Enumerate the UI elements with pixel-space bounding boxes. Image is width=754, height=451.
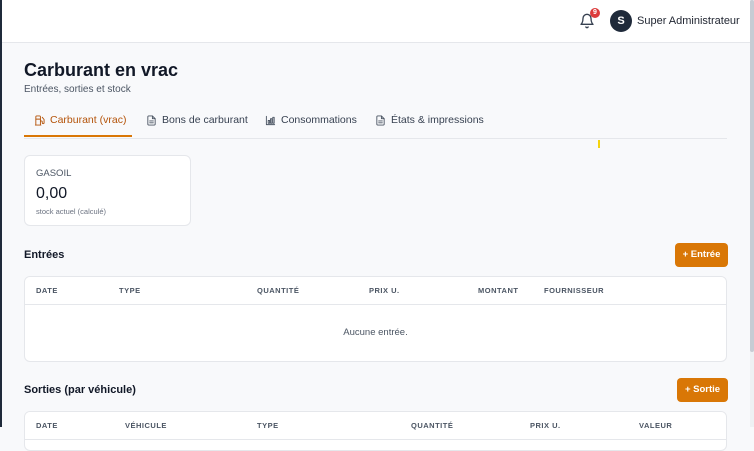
entries-empty-message: Aucune entrée. — [343, 327, 408, 338]
tab-label: Carburant (vrac) — [50, 114, 127, 126]
tab-label: Consommations — [281, 114, 357, 126]
column-header[interactable]: PRIX U. — [369, 286, 400, 295]
scroll-thumb[interactable] — [750, 0, 754, 352]
column-header[interactable]: TYPE — [119, 286, 141, 295]
tab-etats-impressions[interactable]: États & impressions — [375, 114, 484, 138]
column-header[interactable]: VÉHICULE — [125, 421, 167, 430]
column-header[interactable]: PRIX U. — [530, 421, 561, 430]
cursor-marker — [598, 140, 600, 148]
exits-table: DATE VÉHICULE TYPE QUANTITÉ PRIX U. VALE… — [24, 411, 727, 451]
document-icon — [147, 115, 156, 126]
entries-title: Entrées — [24, 249, 65, 261]
tab-bons-carburant[interactable]: Bons de carburant — [146, 114, 248, 138]
bar-chart-icon — [265, 115, 276, 126]
user-name[interactable]: Super Administrateur — [637, 15, 740, 27]
tab-consommations[interactable]: Consommations — [265, 114, 357, 138]
tab-label: États & impressions — [391, 114, 484, 126]
tab-bar: Carburant (vrac) Bons de carburant Conso… — [24, 114, 727, 139]
stock-card: GASOIL 0,00 stock actuel (calculé) — [24, 155, 191, 226]
scrollbar[interactable] — [750, 0, 754, 427]
stock-fuel-label: GASOIL — [36, 168, 72, 179]
stock-note: stock actuel (calculé) — [36, 207, 107, 216]
entries-table: DATE TYPE QUANTITÉ PRIX U. MONTANT FOURN… — [24, 276, 727, 362]
column-header[interactable]: QUANTITÉ — [257, 286, 299, 295]
left-edge — [0, 0, 2, 427]
column-header[interactable]: TYPE — [257, 421, 279, 430]
column-header[interactable]: VALEUR — [639, 421, 672, 430]
add-entry-button[interactable]: + Entrée — [675, 243, 728, 267]
column-header[interactable]: QUANTITÉ — [411, 421, 453, 430]
avatar[interactable]: S — [610, 10, 632, 32]
add-exit-button[interactable]: + Sortie — [677, 378, 728, 402]
tab-carburant-vrac[interactable]: Carburant (vrac) — [24, 114, 132, 137]
page-subtitle: Entrées, sorties et stock — [24, 84, 131, 95]
fuel-icon — [34, 115, 45, 126]
document-icon — [376, 115, 385, 126]
exits-title: Sorties (par véhicule) — [24, 384, 136, 396]
stock-value: 0,00 — [36, 185, 68, 202]
page-title: Carburant en vrac — [24, 60, 179, 80]
column-header[interactable]: MONTANT — [478, 286, 518, 295]
exits-table-header: DATE VÉHICULE TYPE QUANTITÉ PRIX U. VALE… — [25, 412, 726, 440]
notification-badge: 9 — [590, 8, 600, 18]
column-header[interactable]: DATE — [36, 421, 58, 430]
tab-label: Bons de carburant — [162, 114, 248, 126]
column-header[interactable]: DATE — [36, 286, 58, 295]
column-header[interactable]: FOURNISSEUR — [544, 286, 604, 295]
entries-table-header: DATE TYPE QUANTITÉ PRIX U. MONTANT FOURN… — [25, 277, 726, 305]
